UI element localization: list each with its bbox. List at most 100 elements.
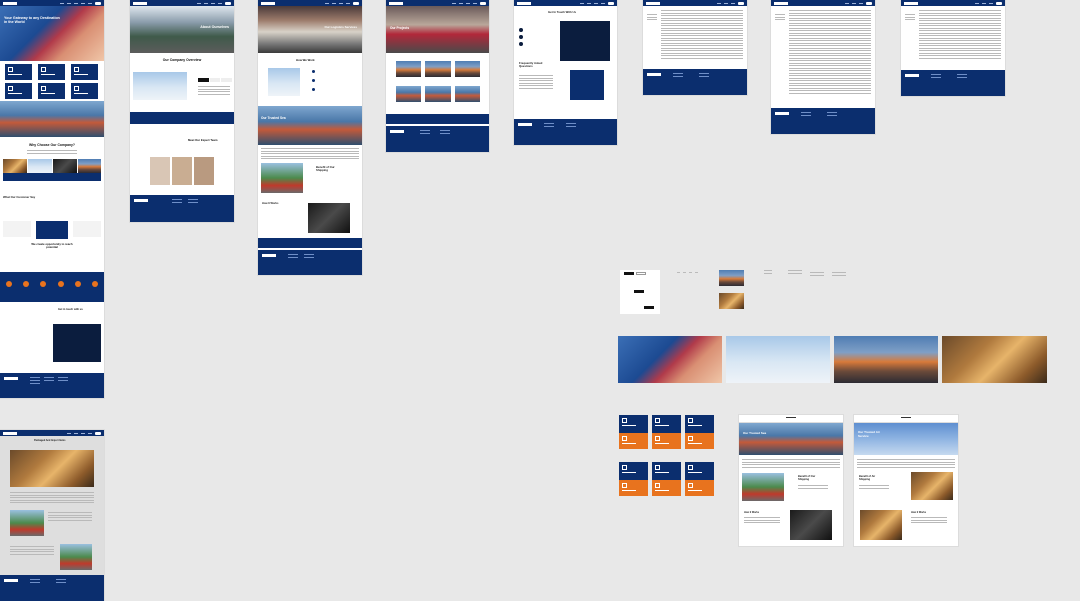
service-card-variant[interactable] — [619, 462, 648, 480]
testimonial-card — [3, 220, 31, 237]
service-card[interactable] — [5, 83, 32, 99]
pagination-dots — [677, 272, 698, 273]
services-page-board[interactable]: Our Logistics Services How We Work Our T… — [258, 0, 362, 275]
service-card[interactable] — [5, 64, 32, 80]
team-member — [150, 157, 170, 185]
service-card-variant[interactable] — [685, 480, 714, 496]
overview-title: Our Company Overview — [162, 58, 202, 62]
service-card-variant[interactable] — [619, 480, 648, 496]
team-member — [194, 157, 214, 185]
policy-page-board[interactable] — [643, 0, 747, 95]
terms-page-board[interactable] — [771, 0, 875, 134]
why-choose-images — [0, 157, 104, 183]
asset-plane-image — [726, 336, 830, 383]
service-card[interactable] — [38, 83, 65, 99]
text-styles — [810, 272, 824, 277]
thumb-image — [719, 293, 744, 309]
service-card-variant[interactable] — [619, 415, 648, 433]
testimonial-card — [36, 220, 68, 239]
projects-page-board[interactable]: Our Projects — [386, 0, 489, 152]
air-works-title: How It Works — [911, 511, 927, 514]
trusted-sea-banner: Our Trusted Sea — [258, 106, 362, 145]
air-hero-title: Our Trusted Air Service — [858, 430, 880, 438]
service-card[interactable] — [38, 64, 65, 80]
air-works-image — [860, 510, 902, 540]
services-logos-band — [258, 238, 362, 248]
service-card-variant[interactable] — [652, 415, 681, 433]
sea-service-board[interactable]: Our Trusted Sea Benefit of Our Shipping … — [739, 415, 843, 546]
service-card-variant[interactable] — [652, 480, 681, 496]
primary-button[interactable] — [644, 306, 654, 309]
contact-form[interactable] — [53, 324, 101, 362]
sea-hero: Our Trusted Sea — [739, 423, 843, 455]
primary-button[interactable] — [634, 290, 644, 293]
services-hero: Our Logistics Services — [258, 6, 362, 53]
secondary-button[interactable] — [636, 272, 646, 275]
project-card[interactable] — [425, 61, 451, 77]
home-hero: Your Gateway to any Destination in the W… — [0, 6, 104, 61]
about-page-board[interactable]: About Ourselves Our Company Overview Mee… — [130, 0, 234, 222]
button-components — [620, 270, 660, 314]
how-we-work-image — [268, 68, 300, 96]
service-card-variant[interactable] — [652, 462, 681, 480]
text-styles — [764, 270, 772, 275]
cta-title: We create opportunity to reach potential — [31, 241, 73, 249]
steps-list — [312, 70, 315, 91]
how-it-works-title: How It Works — [262, 202, 279, 205]
project-card[interactable] — [454, 86, 480, 102]
thumb-image — [719, 270, 744, 286]
service-card-variant[interactable] — [685, 433, 714, 449]
faq-accordion[interactable] — [570, 70, 604, 100]
asset-ship-image — [618, 336, 722, 383]
project-card[interactable] — [396, 61, 422, 77]
warehouse-sub-image-2 — [60, 544, 92, 570]
air-benefit-image — [911, 472, 953, 500]
service-card[interactable] — [71, 64, 98, 80]
banner-title: Our Trusted Sea — [261, 116, 286, 120]
project-card[interactable] — [454, 61, 480, 77]
project-card[interactable] — [425, 86, 451, 102]
service-card-variant[interactable] — [685, 462, 714, 480]
benefit-image — [261, 163, 303, 193]
nav-cta-button[interactable] — [95, 1, 101, 5]
project-grid — [396, 61, 480, 102]
sea-works-image — [790, 510, 832, 540]
service-card[interactable] — [71, 83, 98, 99]
testimonial-card — [73, 220, 101, 237]
how-it-works-image — [308, 203, 350, 233]
contact-title: Get in touch with us — [58, 308, 83, 311]
project-card[interactable] — [396, 86, 422, 102]
text-styles — [832, 272, 846, 277]
contact-page-board[interactable]: Get In Touch With Us Frequently Asked Qu… — [514, 0, 617, 145]
air-service-board[interactable]: Our Trusted Air Service Benefit of Air S… — [854, 415, 958, 546]
overview-image — [133, 72, 187, 100]
about-hero: About Ourselves — [130, 6, 234, 53]
faq-title: Frequently Asked Questions — [519, 61, 543, 69]
projects-hero: Our Projects — [386, 6, 489, 53]
primary-button[interactable] — [624, 272, 634, 275]
team-title: Meet Our Expert Team — [188, 138, 218, 142]
brand-logo — [3, 1, 17, 5]
projects-hero-title: Our Projects — [390, 26, 410, 30]
service-card-variant[interactable] — [685, 415, 714, 433]
stats-band — [0, 272, 104, 302]
home-page-board[interactable]: Your Gateway to any Destination in the W… — [0, 0, 104, 398]
sea-benefit-image — [742, 473, 784, 501]
home-hero-title: Your Gateway to any Destination in the W… — [4, 16, 60, 25]
warehouse-page-board[interactable]: Packaged And Import Items — [0, 430, 104, 601]
asset-container-image — [834, 336, 938, 383]
contact-info-list — [519, 28, 523, 46]
service-card-variant[interactable] — [652, 433, 681, 449]
why-choose-title: Why Choose Our Company? — [29, 143, 75, 147]
services-hero-title: Our Logistics Services — [324, 25, 357, 29]
overview-tabs[interactable] — [198, 78, 233, 82]
benefit-title: Benefit of Our Shipping — [316, 165, 335, 173]
contact-page-form[interactable] — [560, 21, 610, 61]
how-we-work-title: How We Work — [296, 58, 315, 62]
air-benefit-title: Benefit of Air Shipping — [859, 475, 876, 482]
privacy-page-board[interactable] — [901, 0, 1005, 96]
sea-hero-title: Our Trusted Sea — [743, 431, 767, 435]
service-card-variant[interactable] — [619, 433, 648, 449]
sea-works-title: How It Works — [744, 511, 760, 514]
service-cards-grid — [0, 61, 104, 101]
